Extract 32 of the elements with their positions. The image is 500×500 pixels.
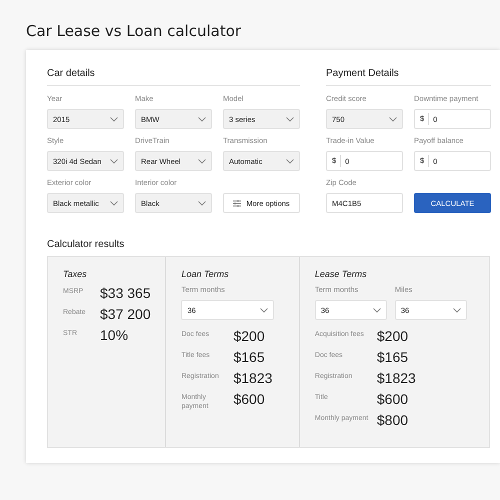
- chevron-down-icon: [372, 308, 381, 312]
- page-title: Car Lease vs Loan calculator: [26, 22, 242, 40]
- chevron-down-icon: [389, 116, 397, 122]
- chevron-down-icon: [286, 116, 294, 122]
- result-value: $200: [233, 328, 265, 344]
- result-value: $165: [233, 349, 265, 365]
- panel-title: Taxes: [63, 269, 88, 279]
- sliders-icon: [233, 200, 242, 206]
- panel-title: Lease Terms: [314, 269, 368, 279]
- result-value: $1823: [376, 370, 416, 386]
- result-value: $600: [233, 391, 265, 407]
- result-value: 10%: [100, 327, 128, 343]
- chevron-down-icon: [110, 158, 118, 164]
- chevron-down-icon: [452, 308, 461, 312]
- chevron-down-icon: [198, 158, 206, 164]
- result-value: $800: [376, 412, 408, 428]
- result-value: $33 365: [100, 285, 151, 301]
- result-value: $37 200: [100, 306, 151, 322]
- result-value: $200: [376, 328, 408, 344]
- result-value: $165: [376, 349, 408, 365]
- chevron-down-icon: [198, 116, 206, 122]
- chevron-down-icon: [110, 116, 118, 122]
- section-heading: Payment Details: [326, 68, 491, 86]
- section-heading: Car details: [47, 68, 300, 86]
- result-value: $600: [376, 391, 408, 407]
- section-heading: Calculator results: [47, 239, 126, 250]
- chevron-down-icon: [110, 200, 118, 206]
- chevron-down-icon: [286, 158, 294, 164]
- panel-title: Loan Terms: [181, 269, 230, 279]
- result-value: $1823: [233, 370, 272, 386]
- chevron-down-icon: [198, 200, 206, 206]
- chevron-down-icon: [260, 308, 268, 312]
